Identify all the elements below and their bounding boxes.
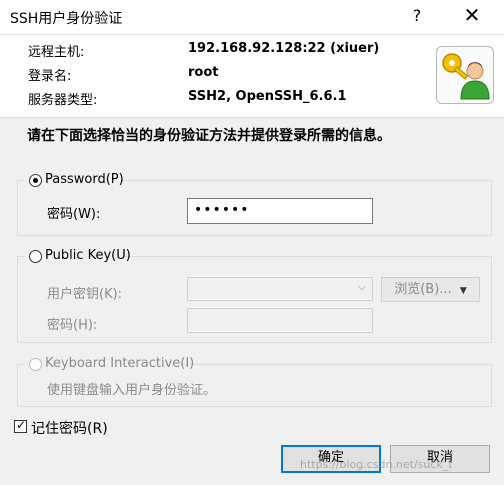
keyboard-description: 使用键盘输入用户身份验证。 (47, 383, 217, 398)
user-key-label: 用户密钥(K): (47, 287, 123, 302)
password-radio-label[interactable]: Password(P) (45, 172, 124, 187)
publickey-radio-label[interactable]: Public Key(U) (45, 248, 131, 263)
passphrase-label: 密码(H): (47, 318, 98, 333)
password-radio[interactable] (29, 174, 42, 187)
keyboard-radio[interactable] (29, 358, 42, 371)
window-title: SSH用户身份验证 (10, 11, 123, 27)
browse-button-label: 浏览(B)... (394, 282, 452, 297)
group-border (125, 256, 490, 257)
dropdown-arrow-icon: ▼ (459, 286, 467, 296)
passphrase-input[interactable] (187, 308, 373, 333)
key-user-icon (436, 46, 494, 104)
publickey-radio[interactable] (29, 250, 42, 263)
checkmark-icon: ✓ (16, 418, 27, 432)
password-field-label: 密码(W): (47, 207, 101, 222)
instruction-text: 请在下面选择恰当的身份验证方法并提供登录所需的信息。 (27, 128, 391, 144)
keyboard-radio-label[interactable]: Keyboard Interactive(I) (45, 356, 194, 371)
remember-checkbox[interactable]: ✓ (14, 418, 27, 433)
close-button[interactable]: ✕ (458, 4, 486, 26)
host-value: 192.168.92.128:22 (xiuer) (188, 41, 380, 56)
server-type-value: SSH2, OpenSSH_6.6.1 (188, 89, 347, 104)
group-border (17, 180, 25, 181)
header-separator (0, 117, 504, 118)
browse-button[interactable]: 浏览(B)... ▼ (381, 277, 480, 302)
group-border (17, 256, 25, 257)
host-label: 远程主机: (28, 45, 85, 60)
remember-label[interactable]: 记住密码(R) (31, 418, 108, 438)
login-label: 登录名: (28, 69, 72, 84)
group-border (17, 364, 25, 365)
login-value: root (188, 65, 219, 80)
group-border (122, 180, 490, 181)
server-type-label: 服务器类型: (28, 93, 98, 108)
password-input[interactable]: •••••• (187, 198, 373, 224)
help-button[interactable]: ? (405, 6, 429, 25)
user-key-select[interactable]: ⌵ (187, 277, 373, 301)
group-border (181, 364, 490, 365)
chevron-down-icon: ⌵ (357, 280, 366, 293)
watermark: https://blog.csdn.net/suck_t (300, 458, 453, 471)
